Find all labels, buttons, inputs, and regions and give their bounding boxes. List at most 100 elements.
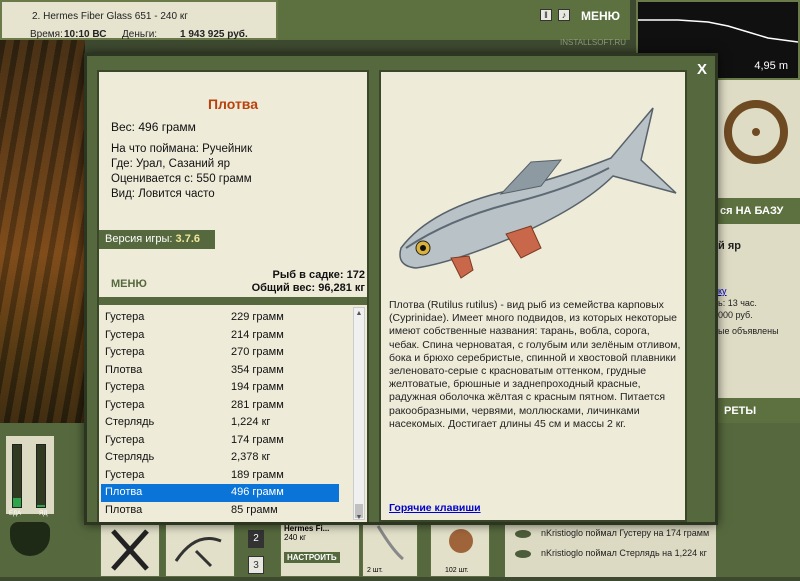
go-to-base-button[interactable]: ся НА БАЗУ <box>716 198 800 224</box>
catch-fish-weight: 229 грамм <box>231 311 284 323</box>
hud-topbar: 2. Hermes Fiber Glass 651 - 240 кг Время… <box>0 0 278 40</box>
version-value: 3.7.6 <box>175 233 200 245</box>
poison-gauge-label: ЯД <box>39 511 48 517</box>
catch-fish-weight: 194 грамм <box>231 381 284 393</box>
list-item[interactable]: Густера 189 грамм <box>101 467 339 485</box>
food-gauge-fill <box>13 497 21 507</box>
depth-value: 4,95 m <box>754 60 788 72</box>
catch-fish-weight: 496 грамм <box>231 486 284 498</box>
close-icon[interactable]: X <box>697 61 707 78</box>
feed-line: nKristioglo поймал Стерлядь на 1,224 кг <box>541 548 707 558</box>
list-item[interactable]: Плотва 85 грамм <box>101 502 339 520</box>
scroll-down-icon[interactable]: ▼ <box>355 514 363 521</box>
poison-gauge <box>36 444 46 508</box>
catch-fish-name: Густера <box>105 468 145 481</box>
catch-fish-weight: 2,378 кг <box>231 451 271 463</box>
sound-icon[interactable]: ♪ <box>558 9 570 21</box>
reel-weight: 240 кг <box>284 533 306 542</box>
cage-summary: Рыб в садке: 172 Общий вес: 96,281 кг <box>252 269 365 295</box>
fish-feed-icon <box>515 530 531 538</box>
fish-info-card: Плотва Вес: 496 грамм На что поймана: Ру… <box>99 72 367 297</box>
info-line: ь: 13 час. <box>718 298 757 308</box>
catch-fish-weight: 189 грамм <box>231 468 284 481</box>
catch-list[interactable]: ▲ ▼ Густера 229 грамм Густера 214 грамм Густ… <box>99 305 367 522</box>
fish-place: Где: Урал, Сазаний яр <box>111 158 231 170</box>
hook-count: 2 шт. <box>367 567 383 574</box>
slot-number[interactable]: 3 <box>248 556 264 574</box>
location-label: й яр <box>718 240 741 252</box>
fish-name: Плотва <box>207 96 259 112</box>
time-value: 10:10 ВС <box>64 29 107 40</box>
list-item[interactable]: Стерлядь 2,378 кг <box>101 449 339 467</box>
list-item[interactable]: Густера 174 грамм <box>101 432 339 450</box>
list-item[interactable]: Густера 270 грамм <box>101 344 339 362</box>
catch-fish-name: Густера <box>105 328 145 341</box>
fish-kind: Вид: Ловится часто <box>111 188 215 200</box>
money-value: 1 943 925 руб. <box>180 29 248 40</box>
pause-icon[interactable]: ‖ <box>540 9 552 21</box>
catch-fish-name: Стерлядь <box>105 416 155 428</box>
catch-fish-name: Стерлядь <box>105 451 155 463</box>
list-item[interactable]: Плотва 354 грамм <box>101 362 339 380</box>
fish-info-dialog: X Плотва Вес: 496 грамм На что поймана: … <box>84 53 718 525</box>
list-item[interactable]: Густера 229 грамм <box>101 309 339 327</box>
money-label: Деньги: <box>122 29 158 40</box>
info-line: 000 руб. <box>718 310 753 320</box>
cage-total: Общий вес: 96,281 кг <box>251 282 365 294</box>
catch-fish-name: Плотва <box>105 503 143 516</box>
list-item[interactable]: Плотва 496 грамм <box>101 484 339 502</box>
hook-icon <box>376 525 404 561</box>
secrets-button[interactable]: РЕТЫ <box>716 398 800 424</box>
list-item[interactable]: Густера 214 грамм <box>101 327 339 345</box>
reel-slot[interactable]: Hermes Fi... 240 кг НАСТРОИТЬ <box>280 520 360 577</box>
food-gauge <box>12 444 22 508</box>
list-item[interactable]: Густера 281 грамм <box>101 397 339 415</box>
reel-name: Hermes Fi... <box>284 524 330 533</box>
crossed-tools-icon <box>111 529 149 571</box>
location-link[interactable]: ку <box>718 286 727 296</box>
hotkeys-link[interactable]: Горячие клавиши <box>389 502 481 514</box>
fish-outline-icon <box>174 537 222 568</box>
catch-fish-weight: 85 грамм <box>231 503 278 516</box>
scroll-up-icon[interactable]: ▲ <box>355 310 363 317</box>
catch-fish-name: Густера <box>105 433 145 446</box>
scrollbar[interactable]: ▲ ▼ <box>353 307 365 521</box>
setup-button[interactable]: НАСТРОИТЬ <box>284 552 340 563</box>
tools-slot[interactable] <box>100 520 160 577</box>
ship-wheel-icon <box>724 100 788 164</box>
poison-gauge-fill <box>37 504 45 507</box>
catch-fish-weight: 214 грамм <box>231 328 284 341</box>
catch-fish-weight: 354 грамм <box>231 363 284 376</box>
catch-fish-weight: 281 грамм <box>231 398 284 411</box>
catch-fish-name: Густера <box>105 311 145 323</box>
watermark: INSTALLSOFT.RU <box>560 38 627 47</box>
time-label: Время: <box>30 29 63 40</box>
catch-feed: nKristioglo поймал Густеру на 174 грамм … <box>505 520 716 577</box>
catch-fish-weight: 174 грамм <box>231 433 284 446</box>
top-menu-button[interactable]: МЕНЮ <box>581 9 620 23</box>
list-item[interactable]: Густера 194 грамм <box>101 379 339 397</box>
catch-fish-weight: 1,224 кг <box>231 416 271 428</box>
version-label: Версия игры: <box>105 233 173 245</box>
menu-button[interactable]: МЕНЮ <box>111 278 147 290</box>
forest-background <box>0 40 85 430</box>
version-badge: Версия игры: 3.7.6 <box>99 230 215 249</box>
feed-line: nKristioglo поймал Густеру на 174 грамм <box>541 528 710 538</box>
bait-slot[interactable]: 102 шт. <box>430 520 490 577</box>
list-item[interactable]: Стерлядь 1,224 кг <box>101 414 339 432</box>
slot-number[interactable]: 2 <box>248 530 264 548</box>
rod-label[interactable]: 2. Hermes Fiber Glass 651 - 240 кг <box>32 11 188 22</box>
info-line: ые объявлены <box>718 326 779 336</box>
fish-slot[interactable] <box>165 520 235 577</box>
fish-description: Плотва (Rutilus rutilus) - вид рыб из се… <box>389 299 681 430</box>
catch-fish-name: Густера <box>105 381 145 393</box>
hook-slot[interactable]: 2 шт. <box>362 520 418 577</box>
catch-fish-name: Густера <box>105 398 145 411</box>
fish-detail-panel: Плотва (Rutilus rutilus) - вид рыб из се… <box>379 70 687 522</box>
catch-fish-weight: 270 грамм <box>231 346 284 358</box>
fish-bait: На что поймана: Ручейник <box>111 143 253 155</box>
fish-weight: Вес: 496 грамм <box>111 120 196 134</box>
bait-count: 102 шт. <box>445 567 469 574</box>
catch-fish-name: Густера <box>105 346 145 358</box>
top-strip: ‖ ♪ МЕНЮ <box>278 0 630 40</box>
